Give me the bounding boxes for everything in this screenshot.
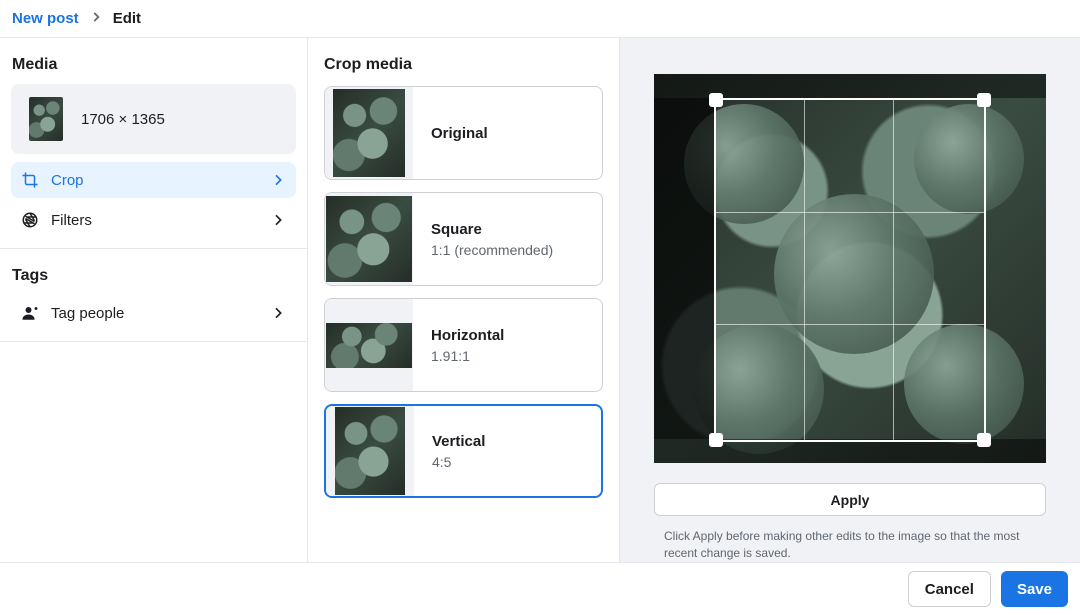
crop-canvas[interactable] [654,74,1046,463]
crop-option-square[interactable]: Square 1:1 (recommended) [324,192,603,286]
breadcrumb-parent-link[interactable]: New post [12,10,79,27]
breadcrumb: New post Edit [0,0,1080,38]
crop-thumb [326,196,412,282]
crop-thumb [326,323,412,368]
crop-option-ratio: 1:1 (recommended) [431,242,553,258]
crop-handle-tr[interactable] [977,93,991,107]
save-button[interactable]: Save [1001,571,1068,607]
sidebar-item-filters[interactable]: Filters [11,202,296,238]
divider [0,248,307,249]
breadcrumb-current: Edit [113,10,141,27]
tags-heading: Tags [0,267,307,295]
sidebar: Media 1706 × 1365 Crop Filters Tags [0,38,308,562]
media-thumbnail-card[interactable]: 1706 × 1365 [11,84,296,154]
crop-handle-bl[interactable] [709,433,723,447]
crop-option-ratio: 4:5 [432,454,485,470]
crop-option-ratio: 1.91:1 [431,348,504,364]
crop-thumb [335,407,405,495]
crop-option-label: Square [431,221,553,238]
crop-options-column: Crop media Original Square 1:1 (recommen… [308,38,620,562]
footer-bar: Cancel Save [0,562,1080,615]
divider [0,341,307,342]
crop-icon [21,171,39,189]
crop-selection[interactable] [714,98,986,442]
cancel-button[interactable]: Cancel [908,571,991,607]
crop-option-original[interactable]: Original [324,86,603,180]
crop-handle-tl[interactable] [709,93,723,107]
sidebar-item-crop[interactable]: Crop [11,162,296,198]
apply-hint: Click Apply before making other edits to… [654,528,1046,562]
sidebar-item-label: Filters [51,212,258,229]
chevron-right-icon [270,212,286,228]
crop-option-label: Vertical [432,433,485,450]
crop-option-horizontal[interactable]: Horizontal 1.91:1 [324,298,603,392]
chevron-right-icon [270,305,286,321]
crop-option-label: Original [431,125,488,142]
media-heading: Media [0,56,307,84]
apply-button[interactable]: Apply [654,483,1046,517]
crop-option-vertical[interactable]: Vertical 4:5 [324,404,603,498]
media-dimensions: 1706 × 1365 [81,111,165,128]
chevron-right-icon [270,172,286,188]
crop-option-label: Horizontal [431,327,504,344]
media-thumbnail [29,97,63,141]
sidebar-item-tag-people[interactable]: Tag people [11,295,296,331]
crop-thumb [333,89,405,177]
chevron-right-icon [89,10,103,27]
aperture-icon [21,211,39,229]
crop-handle-br[interactable] [977,433,991,447]
preview-panel: Apply Click Apply before making other ed… [620,38,1080,562]
crop-heading: Crop media [324,56,603,86]
person-add-icon [21,304,39,322]
sidebar-item-label: Tag people [51,305,258,322]
sidebar-item-label: Crop [51,172,258,189]
